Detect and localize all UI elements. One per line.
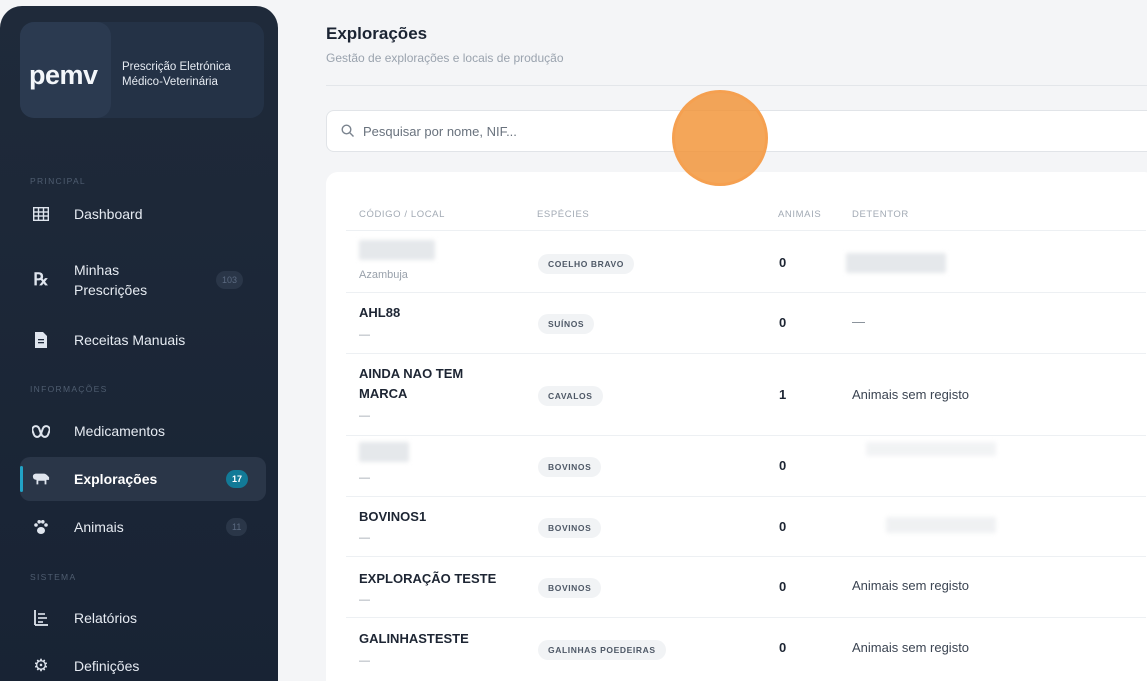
- section-label-sistema: SISTEMA: [30, 572, 77, 582]
- row-location: —: [359, 594, 370, 606]
- table-row[interactable]: EXPLORAÇÃO TESTE — BOVINOS 0 Animais sem…: [346, 556, 1146, 617]
- row-animal-count: 0: [779, 255, 787, 270]
- brand-title: Prescrição Eletrónica Médico-Veterinária: [122, 60, 231, 90]
- sidebar-item-exploracoes[interactable]: Explorações 17: [20, 457, 266, 501]
- species-badge: BOVINOS: [538, 578, 602, 598]
- paw-icon: [32, 518, 50, 536]
- row-animal-count: 1: [779, 387, 787, 402]
- row-location: —: [359, 472, 370, 484]
- click-indicator: [672, 90, 768, 186]
- species-badge: BOVINOS: [538, 518, 602, 538]
- row-code: AHL88: [359, 305, 401, 320]
- brand-logo: pemv: [29, 60, 98, 90]
- sidebar: pemv Prescrição Eletrónica Médico-Veteri…: [0, 6, 278, 681]
- sidebar-item-label: Medicamentos: [74, 423, 166, 439]
- section-label-informacoes: INFORMAÇÕES: [30, 384, 108, 394]
- brand-title-line2: Médico-Veterinária: [122, 76, 218, 88]
- redacted-code: [359, 442, 409, 462]
- count-badge: 103: [216, 271, 244, 289]
- page-title: Explorações: [326, 24, 428, 43]
- sidebar-item-relatorios[interactable]: Relatórios: [20, 596, 266, 640]
- row-animal-count: 0: [779, 519, 787, 534]
- row-animal-count: 0: [779, 315, 787, 330]
- exploracoes-table: CÓDIGO / LOCAL ESPÉCIES ANIMAIS DETENTOR…: [326, 172, 1147, 681]
- table-row[interactable]: — BOVINOS 0: [346, 435, 1146, 496]
- row-code: GALINHASTESTE: [359, 631, 469, 646]
- row-holder: Animais sem registo: [852, 387, 970, 402]
- gear-icon: ⚙: [33, 656, 49, 675]
- table-row[interactable]: BOVINOS1 — BOVINOS 0: [346, 496, 1146, 556]
- row-location: —: [359, 655, 370, 667]
- table-row[interactable]: Azambuja COELHO BRAVO 0: [346, 230, 1146, 292]
- brand-title-line1: Prescrição Eletrónica: [122, 61, 231, 73]
- sidebar-item-label: Explorações: [74, 471, 158, 487]
- sidebar-item-label: Animais: [74, 519, 124, 535]
- column-header-animais[interactable]: ANIMAIS: [778, 209, 821, 220]
- brand-card[interactable]: pemv Prescrição Eletrónica Médico-Veteri…: [20, 22, 264, 118]
- grid-icon: [32, 205, 50, 223]
- row-animal-count: 0: [779, 640, 787, 655]
- page-subtitle: Gestão de explorações e locais de produç…: [326, 51, 564, 65]
- report-icon: [32, 609, 50, 627]
- sidebar-item-label: Dashboard: [74, 206, 143, 222]
- row-code: EXPLORAÇÃO TESTE: [359, 571, 497, 586]
- sidebar-item-label: Minhas Prescrições: [74, 262, 148, 298]
- table-row[interactable]: AINDA NAO TEM MARCA — CAVALOS 1 Animais …: [346, 353, 1146, 435]
- section-label-principal: PRINCIPAL: [30, 176, 86, 186]
- row-holder: —: [852, 314, 865, 329]
- column-header-especies[interactable]: ESPÉCIES: [537, 209, 589, 220]
- count-badge: 17: [226, 470, 249, 488]
- sidebar-item-dashboard[interactable]: Dashboard: [20, 192, 266, 236]
- sidebar-item-receitas-manuais[interactable]: Receitas Manuais: [20, 318, 266, 362]
- brand-logo-box: pemv: [20, 22, 111, 118]
- redacted-holder: [846, 253, 946, 273]
- sidebar-item-label: Relatórios: [74, 610, 138, 626]
- row-code: AINDA NAO TEM MARCA: [359, 366, 464, 401]
- redacted-holder: [886, 517, 996, 533]
- count-badge: 11: [226, 518, 248, 536]
- species-badge: COELHO BRAVO: [538, 254, 634, 274]
- redacted-code: [359, 240, 435, 260]
- sidebar-item-definicoes[interactable]: ⚙ Definições: [20, 644, 266, 681]
- sidebar-item-minhas-prescricoes[interactable]: ℞ Minhas Prescrições 103: [20, 253, 266, 307]
- species-badge: GALINHAS POEDEIRAS: [538, 640, 666, 660]
- row-code: BOVINOS1: [359, 509, 427, 524]
- header-divider: [326, 85, 1147, 86]
- species-badge: BOVINOS: [538, 457, 602, 477]
- row-location: —: [359, 410, 370, 422]
- row-holder: Animais sem registo: [852, 640, 970, 655]
- column-header-detentor[interactable]: DETENTOR: [852, 209, 909, 220]
- row-animal-count: 0: [779, 579, 787, 594]
- row-location: —: [359, 532, 370, 544]
- document-icon: [32, 331, 50, 349]
- farm-animal-icon: [32, 470, 50, 488]
- redacted-holder: [866, 442, 996, 456]
- sidebar-item-label: Receitas Manuais: [74, 332, 186, 348]
- sidebar-item-label: Definições: [74, 658, 140, 674]
- column-header-codigo[interactable]: CÓDIGO / LOCAL: [359, 209, 445, 220]
- row-location: Azambuja: [359, 269, 408, 281]
- table-row[interactable]: GALINHASTESTE — GALINHAS POEDEIRAS 0 Ani…: [346, 617, 1146, 679]
- row-holder: Animais sem registo: [852, 578, 970, 593]
- rx-icon: ℞: [33, 270, 49, 290]
- pills-icon: [32, 422, 50, 440]
- sidebar-item-animais[interactable]: Animais 11: [20, 505, 266, 549]
- species-badge: SUÍNOS: [538, 314, 595, 334]
- species-badge: CAVALOS: [538, 386, 603, 406]
- sidebar-item-medicamentos[interactable]: Medicamentos: [20, 409, 266, 453]
- row-location: —: [359, 329, 370, 341]
- search-icon: [341, 124, 355, 138]
- row-animal-count: 0: [779, 458, 787, 473]
- table-row[interactable]: AHL88 — SUÍNOS 0 —: [346, 292, 1146, 353]
